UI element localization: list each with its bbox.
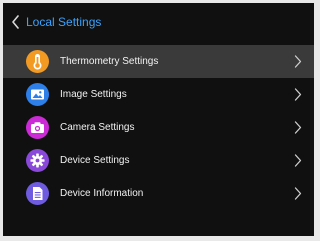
menu-item-device-information[interactable]: Device Information: [3, 177, 314, 210]
menu-item-device-settings[interactable]: Device Settings: [3, 144, 314, 177]
chevron-right-icon: [294, 187, 302, 200]
back-button[interactable]: [11, 15, 21, 29]
menu-item-camera-settings[interactable]: Camera Settings: [3, 111, 314, 144]
chevron-right-icon: [294, 121, 302, 134]
image-icon: [26, 83, 49, 106]
device-frame: Local Settings Thermometry Settings Imag…: [0, 0, 318, 241]
document-icon: [26, 182, 49, 205]
menu-item-label: Device Information: [60, 188, 144, 199]
menu-item-image-settings[interactable]: Image Settings: [3, 78, 314, 111]
chevron-right-icon: [294, 88, 302, 101]
chevron-right-icon: [294, 55, 302, 68]
menu-item-label: Camera Settings: [60, 122, 135, 133]
thermometer-icon: [26, 50, 49, 73]
camera-icon: [26, 116, 49, 139]
chevron-right-icon: [294, 154, 302, 167]
menu-item-label: Image Settings: [60, 89, 127, 100]
settings-menu: Thermometry Settings Image Settings Came…: [3, 45, 314, 210]
gear-icon: [26, 149, 49, 172]
menu-item-thermometry-settings[interactable]: Thermometry Settings: [3, 45, 314, 78]
local-settings-screen: Local Settings Thermometry Settings Imag…: [3, 3, 314, 236]
menu-item-label: Device Settings: [60, 155, 130, 166]
page-title: Local Settings: [26, 15, 102, 29]
menu-item-label: Thermometry Settings: [60, 56, 159, 67]
chevron-left-icon: [12, 15, 19, 29]
header-bar: Local Settings: [3, 3, 314, 41]
